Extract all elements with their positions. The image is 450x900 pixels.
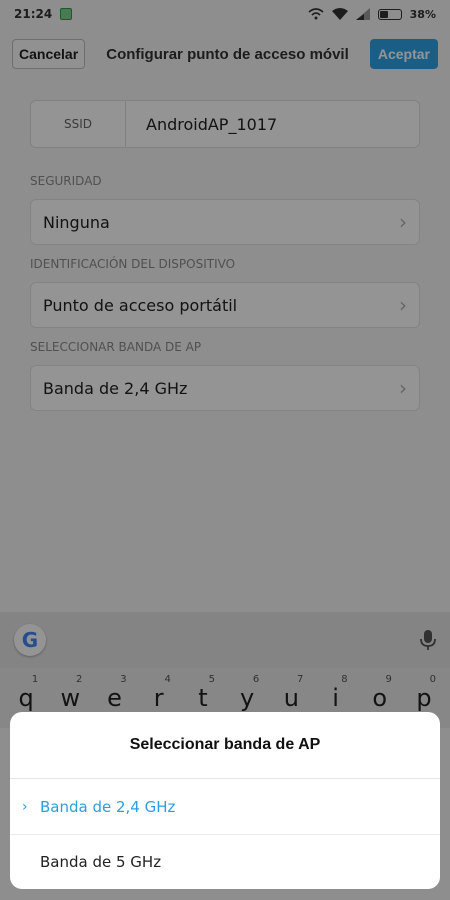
band-selection-dialog: Seleccionar banda de AP › Banda de 2,4 G… (10, 712, 440, 889)
option-label: Banda de 2,4 GHz (40, 797, 176, 816)
option-label: Banda de 5 GHz (40, 853, 162, 871)
selected-check-icon: › (22, 798, 28, 815)
dialog-title: Seleccionar banda de AP (10, 712, 440, 779)
option-band-2-4ghz[interactable]: › Banda de 2,4 GHz (10, 779, 440, 834)
option-band-5ghz[interactable]: Banda de 5 GHz (10, 834, 440, 889)
